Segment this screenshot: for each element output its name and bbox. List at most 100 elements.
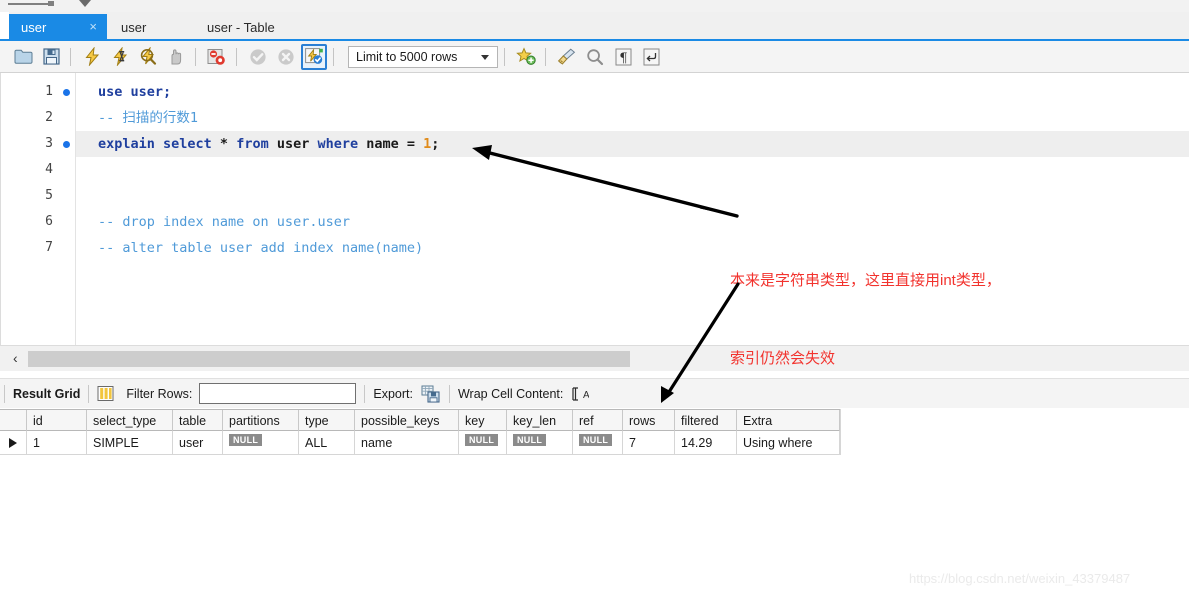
annotation-note-line-1: 本来是字符串类型，这里直接用int类型， [730, 272, 1001, 289]
tab-label: user [21, 20, 47, 35]
explain-statement-icon[interactable] [135, 44, 161, 70]
open-folder-icon[interactable] [10, 44, 36, 70]
toggle-breakpoint-icon[interactable] [204, 44, 230, 70]
tab-user-table[interactable]: user - Table [197, 14, 347, 41]
editor-line-number: 5 [45, 188, 53, 203]
mysql-workbench-window: user × user user - Table Limit to 5000 r… [0, 0, 1189, 601]
wrap-cell-content-icon[interactable]: A [571, 386, 589, 402]
editor-line[interactable]: 6 -- drop index name on user.user [1, 209, 1189, 235]
table-cell[interactable]: 7 [623, 431, 675, 455]
tab-user-active[interactable]: user × [9, 14, 107, 41]
code-token: from [236, 136, 277, 152]
commit-transaction-icon[interactable] [245, 44, 271, 70]
editor-line-text: use user; [98, 79, 171, 105]
scrollbar-thumb[interactable] [28, 351, 630, 367]
column-header[interactable]: key [459, 410, 507, 432]
column-header[interactable]: id [27, 410, 87, 432]
toolbar-separator [545, 47, 546, 66]
export-recordset-icon[interactable] [421, 385, 441, 403]
statement-marker-icon[interactable] [63, 141, 70, 148]
execute-current-statement-icon[interactable] [107, 44, 133, 70]
rollback-transaction-icon[interactable] [273, 44, 299, 70]
filter-rows-input[interactable] [199, 383, 357, 404]
save-file-icon[interactable] [38, 44, 64, 70]
column-header[interactable]: select_type [87, 410, 173, 432]
table-cell[interactable]: 14.29 [675, 431, 737, 455]
stop-execution-icon[interactable] [163, 44, 189, 70]
table-cell[interactable]: ALL [299, 431, 355, 455]
editor-line[interactable]: 4 [1, 157, 1189, 183]
grid-corner-cell [0, 410, 27, 432]
table-cell[interactable]: NULL [507, 431, 573, 455]
code-token: -- drop index name on user.user [98, 214, 350, 230]
code-token: * [219, 136, 237, 152]
cropped-toolbar-fragment-icon [8, 3, 50, 5]
editor-line-number: 3 [45, 136, 53, 151]
code-token: where [317, 136, 367, 152]
code-token: -- 扫描的行数1 [98, 110, 199, 126]
editor-line-text: -- drop index name on user.user [98, 209, 350, 235]
cropped-toolbar-fragment-icon-b [48, 1, 54, 6]
code-token: explain select [98, 136, 220, 152]
execute-statement-icon[interactable] [79, 44, 105, 70]
sql-editor-area[interactable]: 1 use user; 2 -- 扫描的行数1 3 explain select * fr… [0, 73, 1189, 345]
table-cell[interactable]: Using where [737, 431, 840, 455]
find-icon[interactable] [582, 44, 608, 70]
code-token: ; [431, 136, 440, 152]
editor-horizontal-scrollbar[interactable]: ‹ [0, 345, 1189, 371]
beautify-sql-icon[interactable] [513, 44, 539, 70]
column-header[interactable]: table [173, 410, 223, 432]
tab-user-schema[interactable]: user [107, 14, 197, 41]
column-header[interactable]: possible_keys [355, 410, 459, 432]
annotation-note-line-2: 索引仍然会失效 [730, 350, 836, 367]
null-badge: NULL [579, 434, 613, 446]
editor-line[interactable]: 2 -- 扫描的行数1 [1, 105, 1189, 131]
table-cell[interactable]: NULL [223, 431, 299, 455]
editor-line[interactable]: 5 [1, 183, 1189, 209]
toolbar-separator [70, 47, 71, 66]
sql-editor-toolbar: Limit to 5000 rows ¶ [0, 41, 1189, 73]
table-cell[interactable]: name [355, 431, 459, 455]
table-cell[interactable]: NULL [573, 431, 623, 455]
chevron-left-icon[interactable]: ‹ [13, 351, 18, 365]
table-cell[interactable]: NULL [459, 431, 507, 455]
editor-line[interactable]: 7 -- alter table user add index name(name… [1, 235, 1189, 261]
column-header[interactable]: rows [623, 410, 675, 432]
column-header[interactable]: type [299, 410, 355, 432]
wrap-cell-content-label: Wrap Cell Content: [457, 386, 564, 401]
editor-line-number: 4 [45, 162, 53, 177]
table-cell[interactable]: user [173, 431, 223, 455]
editor-line-number: 2 [45, 110, 53, 125]
grid-view-icon[interactable] [97, 385, 114, 402]
editor-line-text: -- alter table user add index name(name) [98, 235, 423, 261]
toggle-wrap-lines-icon[interactable] [638, 44, 664, 70]
editor-line[interactable]: 1 use user; [1, 79, 1189, 105]
toggle-invisible-chars-icon[interactable]: ¶ [610, 44, 636, 70]
editor-line-number: 6 [45, 214, 53, 229]
toolbar-separator [364, 384, 366, 403]
table-row[interactable]: 1 SIMPLE user NULL ALL name NULL NULL NULL 7 14.29… [0, 431, 840, 455]
statement-marker-icon[interactable] [63, 89, 70, 96]
editor-line-text: -- 扫描的行数1 [98, 105, 198, 131]
toggle-autocommit-icon[interactable] [301, 43, 327, 70]
clear-context-icon[interactable] [554, 44, 580, 70]
column-header[interactable]: filtered [675, 410, 737, 432]
toolbar-separator [504, 47, 505, 66]
table-cell[interactable]: SIMPLE [87, 431, 173, 455]
column-header[interactable]: ref [573, 410, 623, 432]
column-header[interactable]: key_len [507, 410, 573, 432]
chevron-down-icon[interactable] [481, 54, 489, 60]
close-icon[interactable]: × [89, 20, 97, 33]
column-header[interactable]: partitions [223, 410, 299, 432]
table-cell[interactable]: 1 [27, 431, 87, 455]
row-limit-dropdown[interactable]: Limit to 5000 rows [348, 45, 498, 68]
window-top-strip [0, 0, 1189, 12]
code-token: user [276, 136, 318, 152]
cropped-chevron-down-icon [79, 0, 91, 7]
code-token: -- alter table user add index name(name) [98, 240, 424, 256]
annotation-note: 本来是字符串类型，这里直接用int类型， 索引仍然会失效 [730, 216, 1001, 424]
editor-line-number: 1 [45, 84, 53, 99]
editor-line[interactable]: 3 explain select * from user where name =… [1, 131, 1189, 157]
tab-bar-left-rail [0, 12, 9, 41]
toolbar-separator [448, 384, 450, 403]
